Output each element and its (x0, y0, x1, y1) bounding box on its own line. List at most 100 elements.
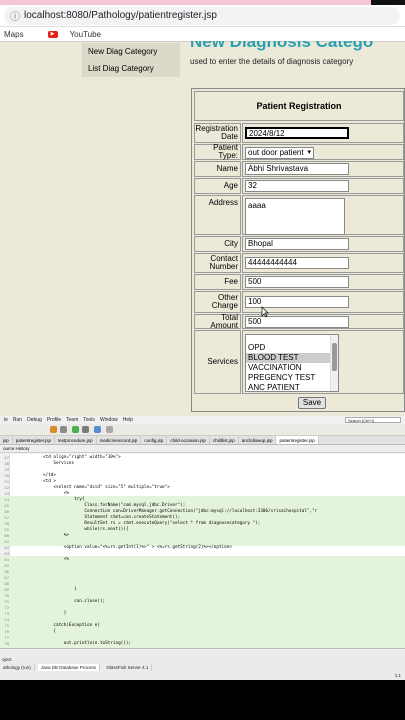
menu-run[interactable]: Run (13, 416, 22, 424)
bookmarks-bar: Maps ▶ YouTube (0, 27, 405, 42)
save-button[interactable]: Save (298, 397, 326, 409)
menu-window[interactable]: Window (100, 416, 118, 424)
patient-type-label: Patient Type: (194, 144, 241, 160)
services-row: Services OPD BLOOD TEST VACCINATION PREG… (194, 330, 404, 394)
browser-window: ⓘ localhost:8080/Pathology/patientregist… (0, 0, 405, 416)
page-subtitle: used to enter the details of diagnosis c… (190, 57, 354, 66)
menu-item-new-diag-category[interactable]: New Diag Category (82, 43, 180, 60)
youtube-bookmark-label: YouTube (69, 29, 101, 39)
patient-type-select[interactable]: out door patient ▾ (245, 147, 314, 159)
editor-tab[interactable]: child-occasion.jsp (167, 436, 210, 444)
total-amount-label: Total Amount (194, 313, 241, 329)
contact-label: Contact Number (194, 253, 241, 273)
patient-type-value: out door patient (248, 148, 304, 157)
age-input[interactable]: 32 (245, 180, 349, 192)
youtube-icon: ▶ (47, 30, 58, 38)
bookmark-maps[interactable]: Maps (4, 30, 36, 39)
ide-menubar: le Run Debug Profile Team Tools Window H… (0, 416, 405, 424)
output-panel: oject athology (run) Java DB Database Pr… (0, 648, 405, 680)
service-option[interactable]: PREGENCY TEST (246, 373, 338, 383)
code-line[interactable]: 78 out.println(e.toString()); (0, 640, 405, 648)
registration-date-input[interactable]: 2024/8/12 (245, 127, 349, 139)
editor-tab[interactable]: medicinerecord.jsp (97, 436, 142, 444)
services-label: Services (194, 330, 241, 394)
output-tab[interactable]: Java DB Database Process (38, 664, 101, 671)
city-label: City (194, 236, 241, 252)
city-input[interactable]: Bhopal (245, 238, 349, 250)
bookmark-youtube[interactable]: ▶ YouTube (47, 29, 113, 39)
contact-input[interactable]: 44444444444 (245, 257, 349, 269)
fee-label: Fee (194, 274, 241, 290)
clean-icon[interactable] (60, 426, 67, 433)
side-menu: New Diag Category List Diag Category (82, 43, 180, 77)
registration-date-label: Registration Date (194, 123, 241, 143)
services-listbox[interactable]: OPD BLOOD TEST VACCINATION PREGENCY TEST… (245, 334, 339, 392)
editor-tab[interactable]: jsp (0, 436, 13, 444)
fee-row: Fee 500 (194, 274, 404, 290)
service-option[interactable]: OPD (246, 343, 338, 353)
address-textarea[interactable]: aaaa (245, 198, 345, 235)
output-tabs: athology (run) Java DB Database Process … (0, 664, 154, 671)
menu-file[interactable]: le (4, 416, 8, 424)
menu-debug[interactable]: Debug (27, 416, 42, 424)
menu-tools[interactable]: Tools (83, 416, 95, 424)
code-text: out.println(e.toString()); (12, 641, 131, 646)
service-option[interactable]: VACCINATION (246, 363, 338, 373)
history-icon[interactable] (106, 426, 113, 433)
age-row: Age 32 (194, 178, 404, 194)
chevron-down-icon: ▾ (307, 149, 311, 156)
other-charge-label: Other Charge (194, 291, 241, 313)
page-heading: New Diagnosis Catego (190, 41, 374, 51)
editor-tab[interactable]: testprocedure.jsp (55, 436, 97, 444)
name-label: Name (194, 161, 241, 177)
editor-tab[interactable]: childlist.jsp (210, 436, 239, 444)
editor-tab[interactable]: ancfollowup.jsp (239, 436, 277, 444)
address-row: Address aaaa (194, 195, 404, 235)
other-charge-row: Other Charge 100 (194, 291, 404, 313)
address-bar[interactable]: ⓘ localhost:8080/Pathology/patientregist… (0, 5, 405, 27)
service-option[interactable]: BLOOD TEST (246, 353, 338, 363)
code-editor[interactable]: 47 <td align="right" width="10%"> 48 Serv… (0, 454, 405, 648)
line-number: 78 (4, 641, 9, 646)
mouse-cursor-icon (261, 306, 269, 318)
menu-team[interactable]: Team (66, 416, 78, 424)
project-label: oject (2, 657, 12, 662)
profile-icon[interactable] (94, 426, 101, 433)
menu-item-list-diag-category[interactable]: List Diag Category (82, 60, 180, 77)
cursor-position: 1:1 (394, 673, 401, 678)
url-field[interactable]: ⓘ localhost:8080/Pathology/patientregist… (4, 6, 400, 25)
build-icon[interactable] (50, 426, 57, 433)
editor-tab[interactable]: patientregister.jsp (13, 436, 56, 444)
contact-row: Contact Number 44444444444 (194, 253, 404, 273)
menu-profile[interactable]: Profile (47, 416, 61, 424)
maps-bookmark-label: Maps (4, 29, 24, 39)
ide-search-input[interactable]: Search (Ctrl+I) (345, 417, 401, 423)
patient-type-row: Patient Type: out door patient ▾ (194, 144, 404, 160)
service-option[interactable]: ANC PATIENT (246, 383, 338, 391)
address-label: Address (194, 195, 241, 235)
listbox-scrollbar[interactable] (330, 335, 338, 391)
output-tab[interactable]: GlassFish Server 4.1 (103, 664, 153, 671)
name-row: Name Abhi Shrivastava (194, 161, 404, 177)
age-label: Age (194, 178, 241, 194)
form-title: Patient Registration (194, 91, 404, 121)
run-icon[interactable] (72, 426, 79, 433)
editor-tab-active[interactable]: patientregister.jsp (276, 436, 319, 444)
debug-icon[interactable] (82, 426, 89, 433)
scrollbar-thumb[interactable] (332, 343, 337, 371)
editor-toolbar[interactable]: ource History (0, 445, 405, 453)
ide-window: le Run Debug Profile Team Tools Window H… (0, 416, 405, 680)
ide-toolbar (0, 424, 405, 436)
city-row: City Bhopal (194, 236, 404, 252)
url-text: localhost:8080/Pathology/patientregister… (24, 10, 217, 21)
menu-help[interactable]: Help (123, 416, 133, 424)
registration-date-row: Registration Date 2024/8/12 (194, 123, 404, 143)
fee-input[interactable]: 500 (245, 276, 349, 288)
output-tab[interactable]: athology (run) (0, 664, 35, 671)
editor-tabs: jsp patientregister.jsp testprocedure.js… (0, 436, 405, 445)
patient-registration-form: Patient Registration Registration Date 2… (191, 88, 405, 412)
name-input[interactable]: Abhi Shrivastava (245, 163, 349, 175)
total-amount-row: Total Amount 500 (194, 313, 404, 329)
editor-tab[interactable]: config.jsp (141, 436, 168, 444)
info-icon[interactable]: ⓘ (10, 8, 24, 23)
